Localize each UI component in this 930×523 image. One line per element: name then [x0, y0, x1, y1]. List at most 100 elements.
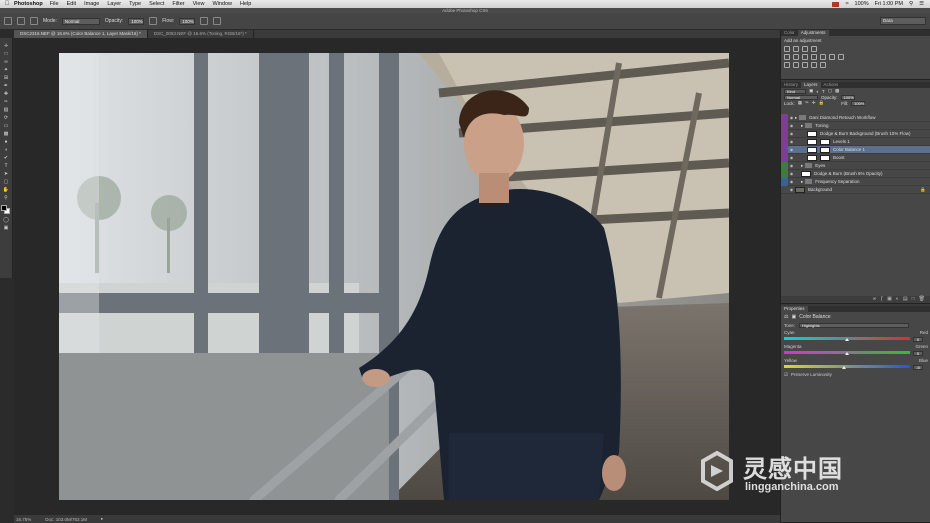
filter-smart-icon[interactable]: ▩	[835, 88, 839, 94]
levels-icon[interactable]	[793, 46, 799, 52]
workspace-select[interactable]: Dara	[880, 17, 926, 25]
menu-image[interactable]: Image	[84, 1, 99, 7]
layer-kind-select[interactable]: Kind	[784, 88, 806, 94]
layer-thumbnail[interactable]	[795, 186, 805, 193]
lock-paint-icon[interactable]: ✑	[805, 100, 809, 106]
pen-tool-icon[interactable]: ✔	[2, 154, 10, 161]
tab-history[interactable]: History	[781, 82, 801, 88]
eyedropper-tool-icon[interactable]: ✒	[2, 82, 10, 89]
pressure-opacity-icon[interactable]	[149, 17, 158, 25]
layer-mask-thumbnail[interactable]	[820, 138, 830, 145]
list-icon[interactable]: ☰	[919, 1, 924, 7]
layer-thumbnail[interactable]	[807, 146, 817, 153]
marquee-tool-icon[interactable]: □	[2, 50, 10, 57]
eye-icon[interactable]: ◉	[788, 131, 795, 136]
filter-adjust-icon[interactable]: ◐	[816, 89, 819, 94]
quick-mask-icon[interactable]: ◯	[2, 216, 10, 223]
add-mask-icon[interactable]: ▣	[887, 296, 892, 303]
document-photo[interactable]	[59, 53, 729, 500]
layer-row[interactable]: ◉ Background 🔒	[781, 186, 930, 194]
group-expand-icon[interactable]: ▸	[801, 123, 803, 129]
layer-row[interactable]: ◉ ▸ Dani Diamond Retouch Workflow	[781, 113, 930, 122]
color-balance-icon[interactable]	[802, 54, 808, 60]
layer-thumbnail[interactable]	[807, 130, 817, 137]
layer-row[interactable]: ◉ ▸ Toning	[781, 121, 930, 130]
layer-row[interactable]: ◉ Levels 1	[781, 137, 930, 146]
slider-knob[interactable]	[845, 352, 849, 355]
brush-panel-icon[interactable]	[30, 17, 38, 25]
color-balance-slider[interactable]	[784, 365, 910, 369]
tab-properties[interactable]: Properties	[781, 306, 808, 312]
color-balance-slider[interactable]	[784, 351, 910, 355]
brush-tool-icon[interactable]	[4, 17, 12, 25]
doc-size[interactable]: Doc: 103.0M/763.1M	[45, 517, 87, 522]
threshold-icon[interactable]	[802, 62, 808, 68]
layer-opacity-field[interactable]: 100%	[840, 94, 855, 100]
menu-layer[interactable]: Layer	[107, 1, 121, 7]
zoom-tool-icon[interactable]: ⚲	[2, 194, 10, 201]
vibrance-icon[interactable]	[784, 54, 790, 60]
eye-icon[interactable]: ◉	[788, 123, 795, 128]
new-layer-icon[interactable]: □	[912, 296, 915, 303]
filter-type-icon[interactable]: T	[822, 89, 825, 94]
tab-document-1[interactable]: DSC2316.NEF @ 16.6% (Color Balance 1, La…	[14, 30, 148, 38]
hand-tool-icon[interactable]: ✋	[2, 186, 10, 193]
search-icon[interactable]: ⚲	[909, 1, 913, 7]
group-expand-icon[interactable]: ▸	[801, 179, 803, 185]
tab-document-2[interactable]: DSC_0053.NEF @ 16.6% (Toning, RGB/16*) *	[148, 30, 254, 38]
layer-row[interactable]: ◉ ▸ Frequency Separation	[781, 177, 930, 186]
eye-icon[interactable]: ◉	[788, 115, 795, 120]
foreground-color-swatch[interactable]	[1, 205, 7, 211]
brightness-icon[interactable]	[784, 46, 790, 52]
apple-icon[interactable]: 	[0, 1, 14, 7]
color-balance-slider[interactable]	[784, 337, 910, 341]
filter-pixel-icon[interactable]: ▣	[809, 88, 813, 94]
tab-adjustments[interactable]: Adjustments	[797, 30, 829, 36]
quick-select-tool-icon[interactable]: ✦	[2, 66, 10, 73]
gradient-map-icon[interactable]	[811, 62, 817, 68]
eye-icon[interactable]: ◉	[788, 147, 795, 152]
slider-knob[interactable]	[845, 338, 849, 341]
lock-all-icon[interactable]: 🔒	[819, 100, 825, 106]
menu-app-name[interactable]: Photoshop	[14, 1, 43, 7]
menu-filter[interactable]: Filter	[172, 1, 184, 7]
slider-value-field[interactable]: 0	[913, 351, 923, 356]
layer-fill-field[interactable]: 100%	[851, 100, 866, 106]
exposure-icon[interactable]	[811, 46, 817, 52]
menu-view[interactable]: View	[193, 1, 205, 7]
invert-icon[interactable]	[784, 62, 790, 68]
eraser-tool-icon[interactable]: ▭	[2, 122, 10, 129]
slider-knob[interactable]	[842, 366, 847, 369]
dodge-tool-icon[interactable]: ◖	[2, 146, 10, 153]
menu-type[interactable]: Type	[129, 1, 141, 7]
brush-preset-icon[interactable]	[17, 17, 25, 25]
menu-window[interactable]: Window	[212, 1, 232, 7]
status-arrow-icon[interactable]: ▸	[101, 516, 103, 522]
filter-shape-icon[interactable]: ▢	[828, 88, 832, 94]
pressure-size-icon[interactable]	[213, 17, 222, 25]
crop-tool-icon[interactable]: ⊞	[2, 74, 10, 81]
new-adjustment-icon[interactable]: ◐	[896, 296, 899, 303]
mask-icon-prop[interactable]: ▣	[791, 314, 796, 320]
layer-row[interactable]: ◉ Color Balance 1	[781, 145, 930, 154]
airbrush-icon[interactable]	[200, 17, 209, 25]
stamp-tool-icon[interactable]: ▧	[2, 106, 10, 113]
move-tool-icon[interactable]: ✛	[2, 42, 10, 49]
brush-tool-icon-side[interactable]: ✑	[2, 98, 10, 105]
eye-icon[interactable]: ◉	[788, 179, 795, 184]
layer-thumbnail[interactable]	[807, 138, 817, 145]
trash-icon[interactable]: 🗑	[919, 296, 925, 303]
lock-pixels-icon[interactable]: ▦	[798, 100, 802, 106]
layer-row[interactable]: ◉ Dodge & Burn (Brush 6% Opacity)	[781, 169, 930, 178]
lock-move-icon[interactable]: ✛	[812, 100, 816, 106]
color-lookup-icon[interactable]	[838, 54, 844, 60]
menu-select[interactable]: Select	[149, 1, 164, 7]
layer-thumbnail[interactable]	[801, 170, 811, 177]
canvas-area[interactable]	[14, 38, 780, 515]
channel-mixer-icon[interactable]	[829, 54, 835, 60]
eye-icon[interactable]: ◉	[788, 139, 795, 144]
layer-thumbnail[interactable]	[807, 154, 817, 161]
eye-icon[interactable]: ◉	[788, 163, 795, 168]
group-expand-icon[interactable]: ▸	[801, 163, 803, 169]
gradient-tool-icon[interactable]: ▩	[2, 130, 10, 137]
